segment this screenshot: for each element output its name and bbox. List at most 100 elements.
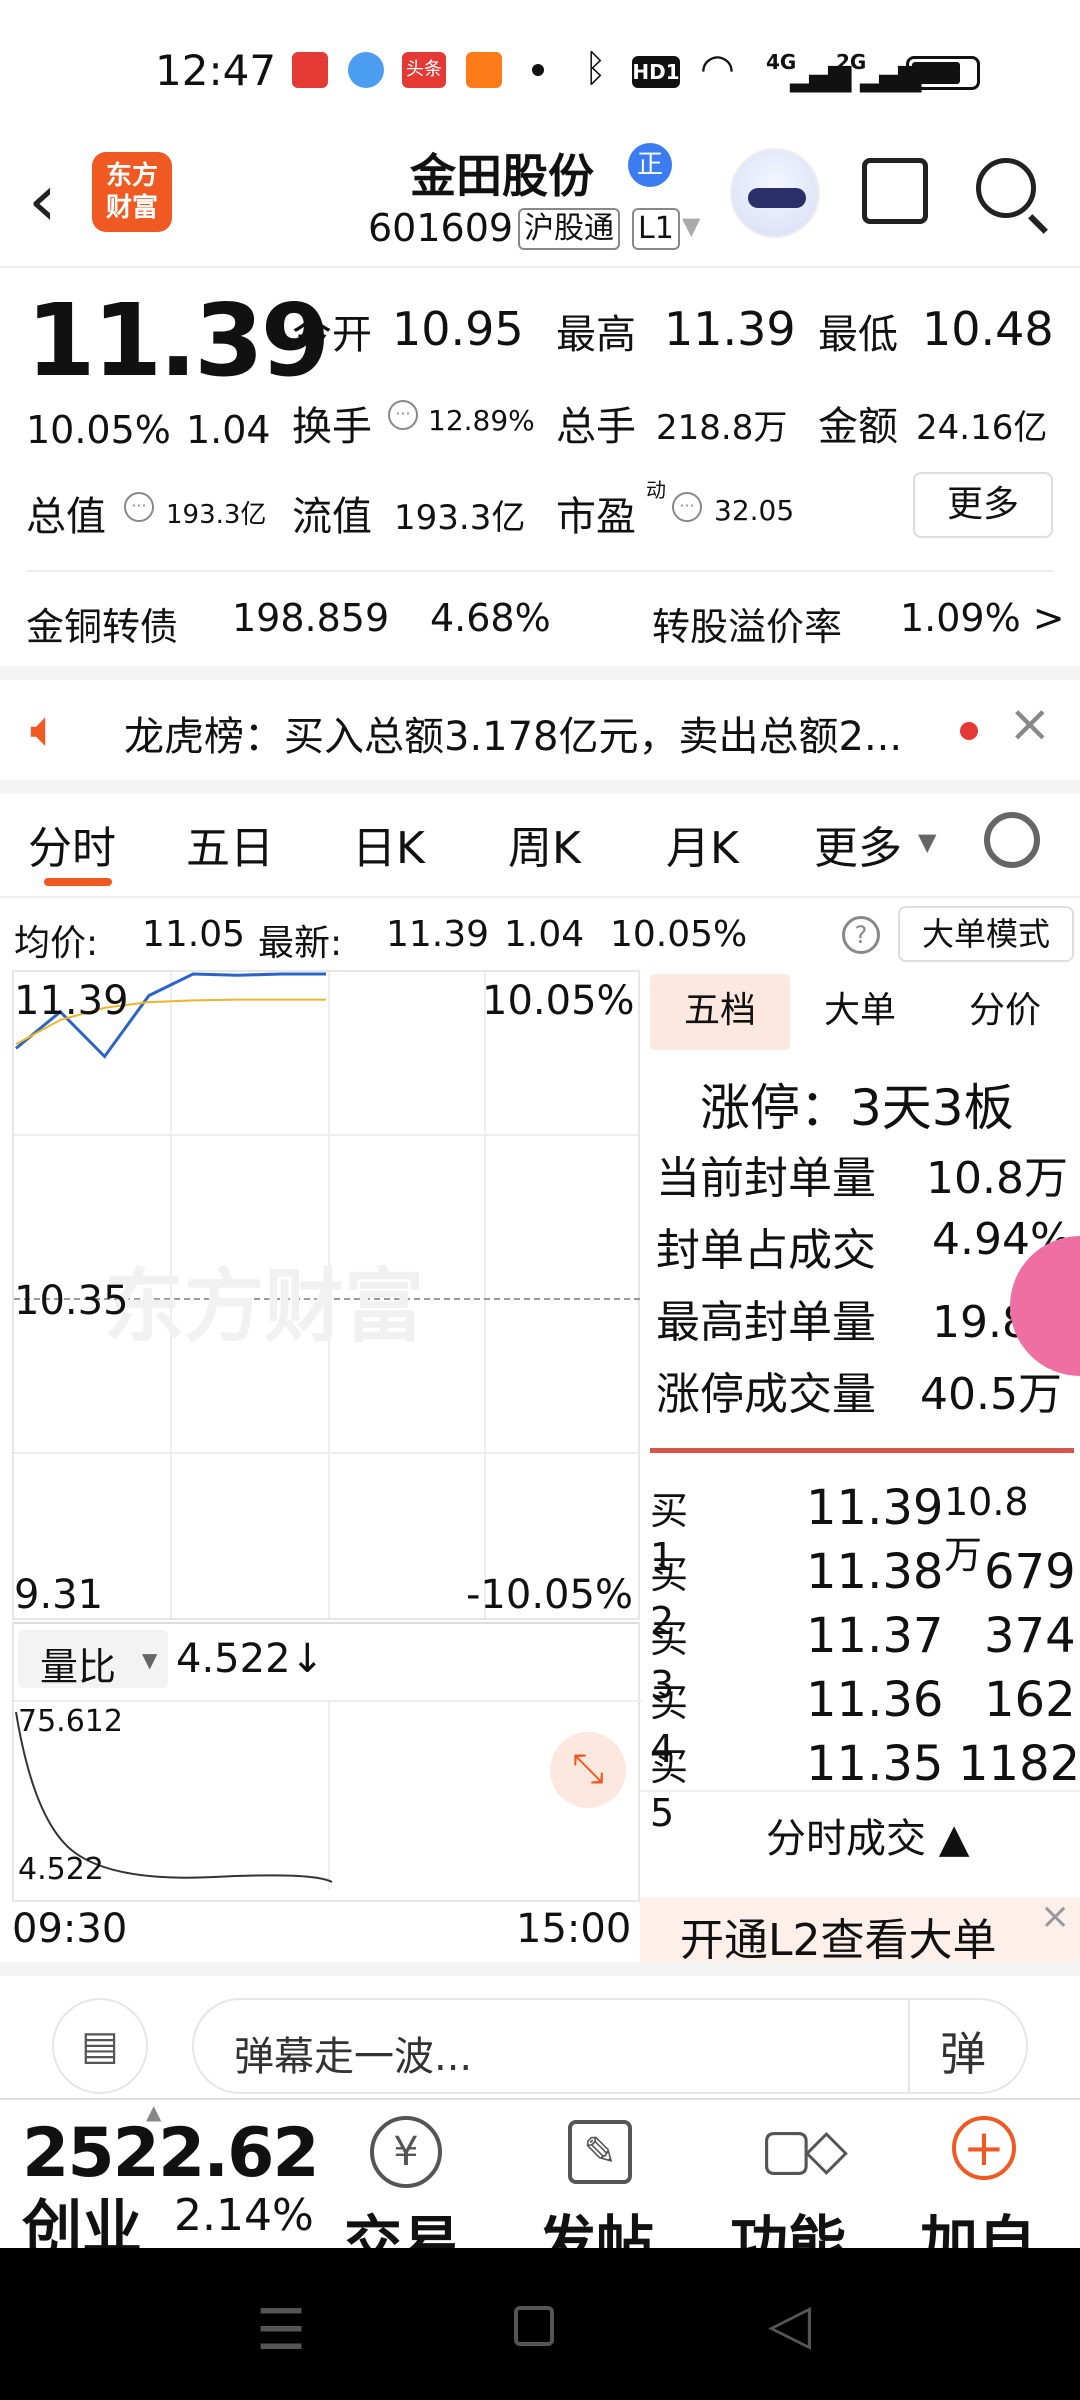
stat-value: 40.5万	[920, 1369, 1062, 1420]
current-price: 11.39	[26, 282, 330, 399]
intraday-chart[interactable]: 东方财富 11.39 10.05% 10.35 9.31 -10.05%	[12, 970, 640, 1624]
open-value: 10.95	[392, 302, 524, 356]
gift-icon	[466, 52, 502, 88]
back-icon[interactable]: ‹	[28, 164, 57, 236]
latest-change: 1.04	[504, 914, 585, 955]
index-pct: 2.14%	[174, 2190, 314, 2241]
bid-qty: 374	[984, 1608, 1076, 1664]
stat-value: 10.8万	[926, 1153, 1068, 1204]
unread-dot	[960, 722, 978, 740]
volume-value: 218.8万	[656, 408, 788, 448]
tab-monthly-k[interactable]: 月K	[666, 812, 739, 876]
search-icon[interactable]	[976, 158, 1036, 218]
pe-value: 32.05	[714, 494, 795, 527]
tab-price-dist[interactable]: 分价	[930, 972, 1080, 1050]
help-icon[interactable]: ?	[842, 916, 880, 954]
info-icon[interactable]: ···	[672, 492, 702, 522]
l2-banner[interactable]: 开通L2查看大单 ×	[640, 1896, 1080, 1966]
stat-label: 涨停成交量	[656, 1369, 876, 1420]
close-icon[interactable]: ×	[1040, 1896, 1070, 1937]
tick-trades-toggle[interactable]: 分时成交 ▲	[766, 1806, 969, 1864]
bid-price: 11.39	[806, 1480, 944, 1536]
red-envelope-icon	[292, 52, 328, 88]
more-button[interactable]: 更多	[913, 472, 1053, 538]
danmu-input[interactable]: 弹幕走一波... 弹	[192, 1998, 1028, 2094]
vol-ratio-label[interactable]: 量比	[40, 1636, 116, 1691]
info-icon[interactable]: ···	[388, 400, 418, 430]
limit-divider	[650, 1448, 1074, 1453]
low-value: 10.48	[922, 302, 1054, 356]
add-icon[interactable]: +	[952, 2116, 1016, 2180]
amount-label: 金额	[818, 404, 898, 450]
expand-icon[interactable]: ⤡	[550, 1732, 626, 1808]
bid-price: 11.35	[806, 1736, 944, 1792]
bluetooth-icon: ᛒ	[584, 46, 607, 90]
robot-assistant-icon[interactable]	[730, 148, 820, 238]
menu-icon[interactable]: ☰	[256, 2298, 306, 2363]
chevron-down-icon[interactable]: ▼	[918, 828, 936, 856]
tab-big-orders[interactable]: 大单	[790, 972, 930, 1050]
price-info-bar: 均价: 11.05 最新: 11.39 1.04 10.05% ? 大单模式	[0, 898, 1080, 970]
change-abs: 1.04	[186, 408, 271, 452]
close-icon[interactable]: ×	[1008, 694, 1052, 754]
mcap-label: 总值	[26, 494, 106, 540]
speaker-icon: 🔈︎	[30, 700, 60, 758]
section-gap	[0, 1962, 1080, 1976]
pe-label: 市盈	[556, 494, 636, 540]
turnover-label: 换手	[292, 404, 372, 450]
latest-label: 最新:	[258, 923, 343, 964]
pct-axis-bottom: -10.05%	[466, 1572, 633, 1618]
home-icon[interactable]	[514, 2306, 554, 2346]
notice-bar[interactable]: 🔈︎ 龙虎榜：买入总额3.178亿元，卖出总额2... ×	[0, 680, 1080, 780]
danmu-settings-icon[interactable]: ▤	[52, 1998, 148, 2094]
back-nav-icon[interactable]: ◁	[768, 2292, 811, 2357]
danmu-send-button[interactable]: 弹	[940, 2018, 986, 2084]
divider	[0, 266, 1080, 268]
tab-five-day[interactable]: 五日	[186, 812, 274, 876]
y-axis-top: 11.39	[14, 978, 129, 1024]
browser-icon	[348, 52, 384, 88]
volume-ratio-panel[interactable]: 量比 ▼ 4.522↓ 75.612 4.522 ⤡	[12, 1622, 642, 1902]
avg-label: 均价:	[14, 923, 99, 964]
bid-qty: 162	[984, 1672, 1076, 1728]
tab-five-levels[interactable]: 五档	[650, 972, 790, 1050]
section-gap	[0, 780, 1080, 794]
logo-text-1: 东方	[105, 161, 158, 191]
stat-label: 当前封单量	[656, 1153, 876, 1204]
bid-label: 买5	[650, 1745, 689, 1835]
tab-daily-k[interactable]: 日K	[352, 812, 425, 876]
info-icon[interactable]: ···	[124, 492, 154, 522]
tab-indicator	[44, 878, 112, 886]
battery-icon	[906, 56, 980, 90]
bid-qty: 1182	[958, 1736, 1080, 1792]
tab-weekly-k[interactable]: 周K	[508, 812, 581, 876]
bond-price: 198.859	[232, 596, 390, 640]
section-gap	[0, 666, 1080, 680]
bond-change: 4.68%	[430, 596, 551, 640]
chevron-down-icon[interactable]: ▼	[142, 1648, 157, 1672]
limit-up-title: 涨停：3天3板	[700, 1079, 1014, 1137]
bond-row[interactable]: 金铜转债 198.859 4.68% 转股溢价率 1.09% >	[0, 570, 1080, 666]
share-icon[interactable]	[862, 158, 928, 224]
vol-axis-bottom: 4.522	[18, 1852, 104, 1887]
high-label: 最高	[556, 312, 636, 358]
big-order-mode-button[interactable]: 大单模式	[898, 906, 1074, 962]
level-tag[interactable]: L1	[632, 208, 680, 250]
y-axis-mid: 10.35	[14, 1278, 129, 1324]
chevron-down-icon[interactable]: ▼	[682, 212, 700, 240]
bid-price: 11.37	[806, 1608, 944, 1664]
tab-intraday[interactable]: 分时	[28, 812, 116, 876]
vol-axis-top: 75.612	[18, 1704, 123, 1739]
trade-icon[interactable]: ¥	[370, 2116, 442, 2188]
post-icon[interactable]: ✎	[568, 2120, 632, 2184]
tab-more[interactable]: 更多	[814, 812, 902, 876]
premium-label: 转股溢价率	[652, 605, 843, 649]
status-time: 12:47	[155, 46, 277, 95]
y-axis-bottom: 9.31	[14, 1572, 104, 1618]
stock-header: ‹ 东方 财富 金田股份 正 601609 沪股通 L1 ▼	[0, 140, 1080, 270]
function-icon[interactable]: ▢◇	[760, 2120, 848, 2180]
status-bar: 12:47 头条 ᛒ HD1 ◠ 4G ▂▄▆ 2G ▂▄▆	[0, 0, 1080, 140]
system-nav-bar: ☰ ◁	[0, 2248, 1080, 2400]
gear-icon[interactable]	[984, 812, 1040, 868]
l2-banner-text: 开通L2查看大单	[680, 1915, 997, 1966]
